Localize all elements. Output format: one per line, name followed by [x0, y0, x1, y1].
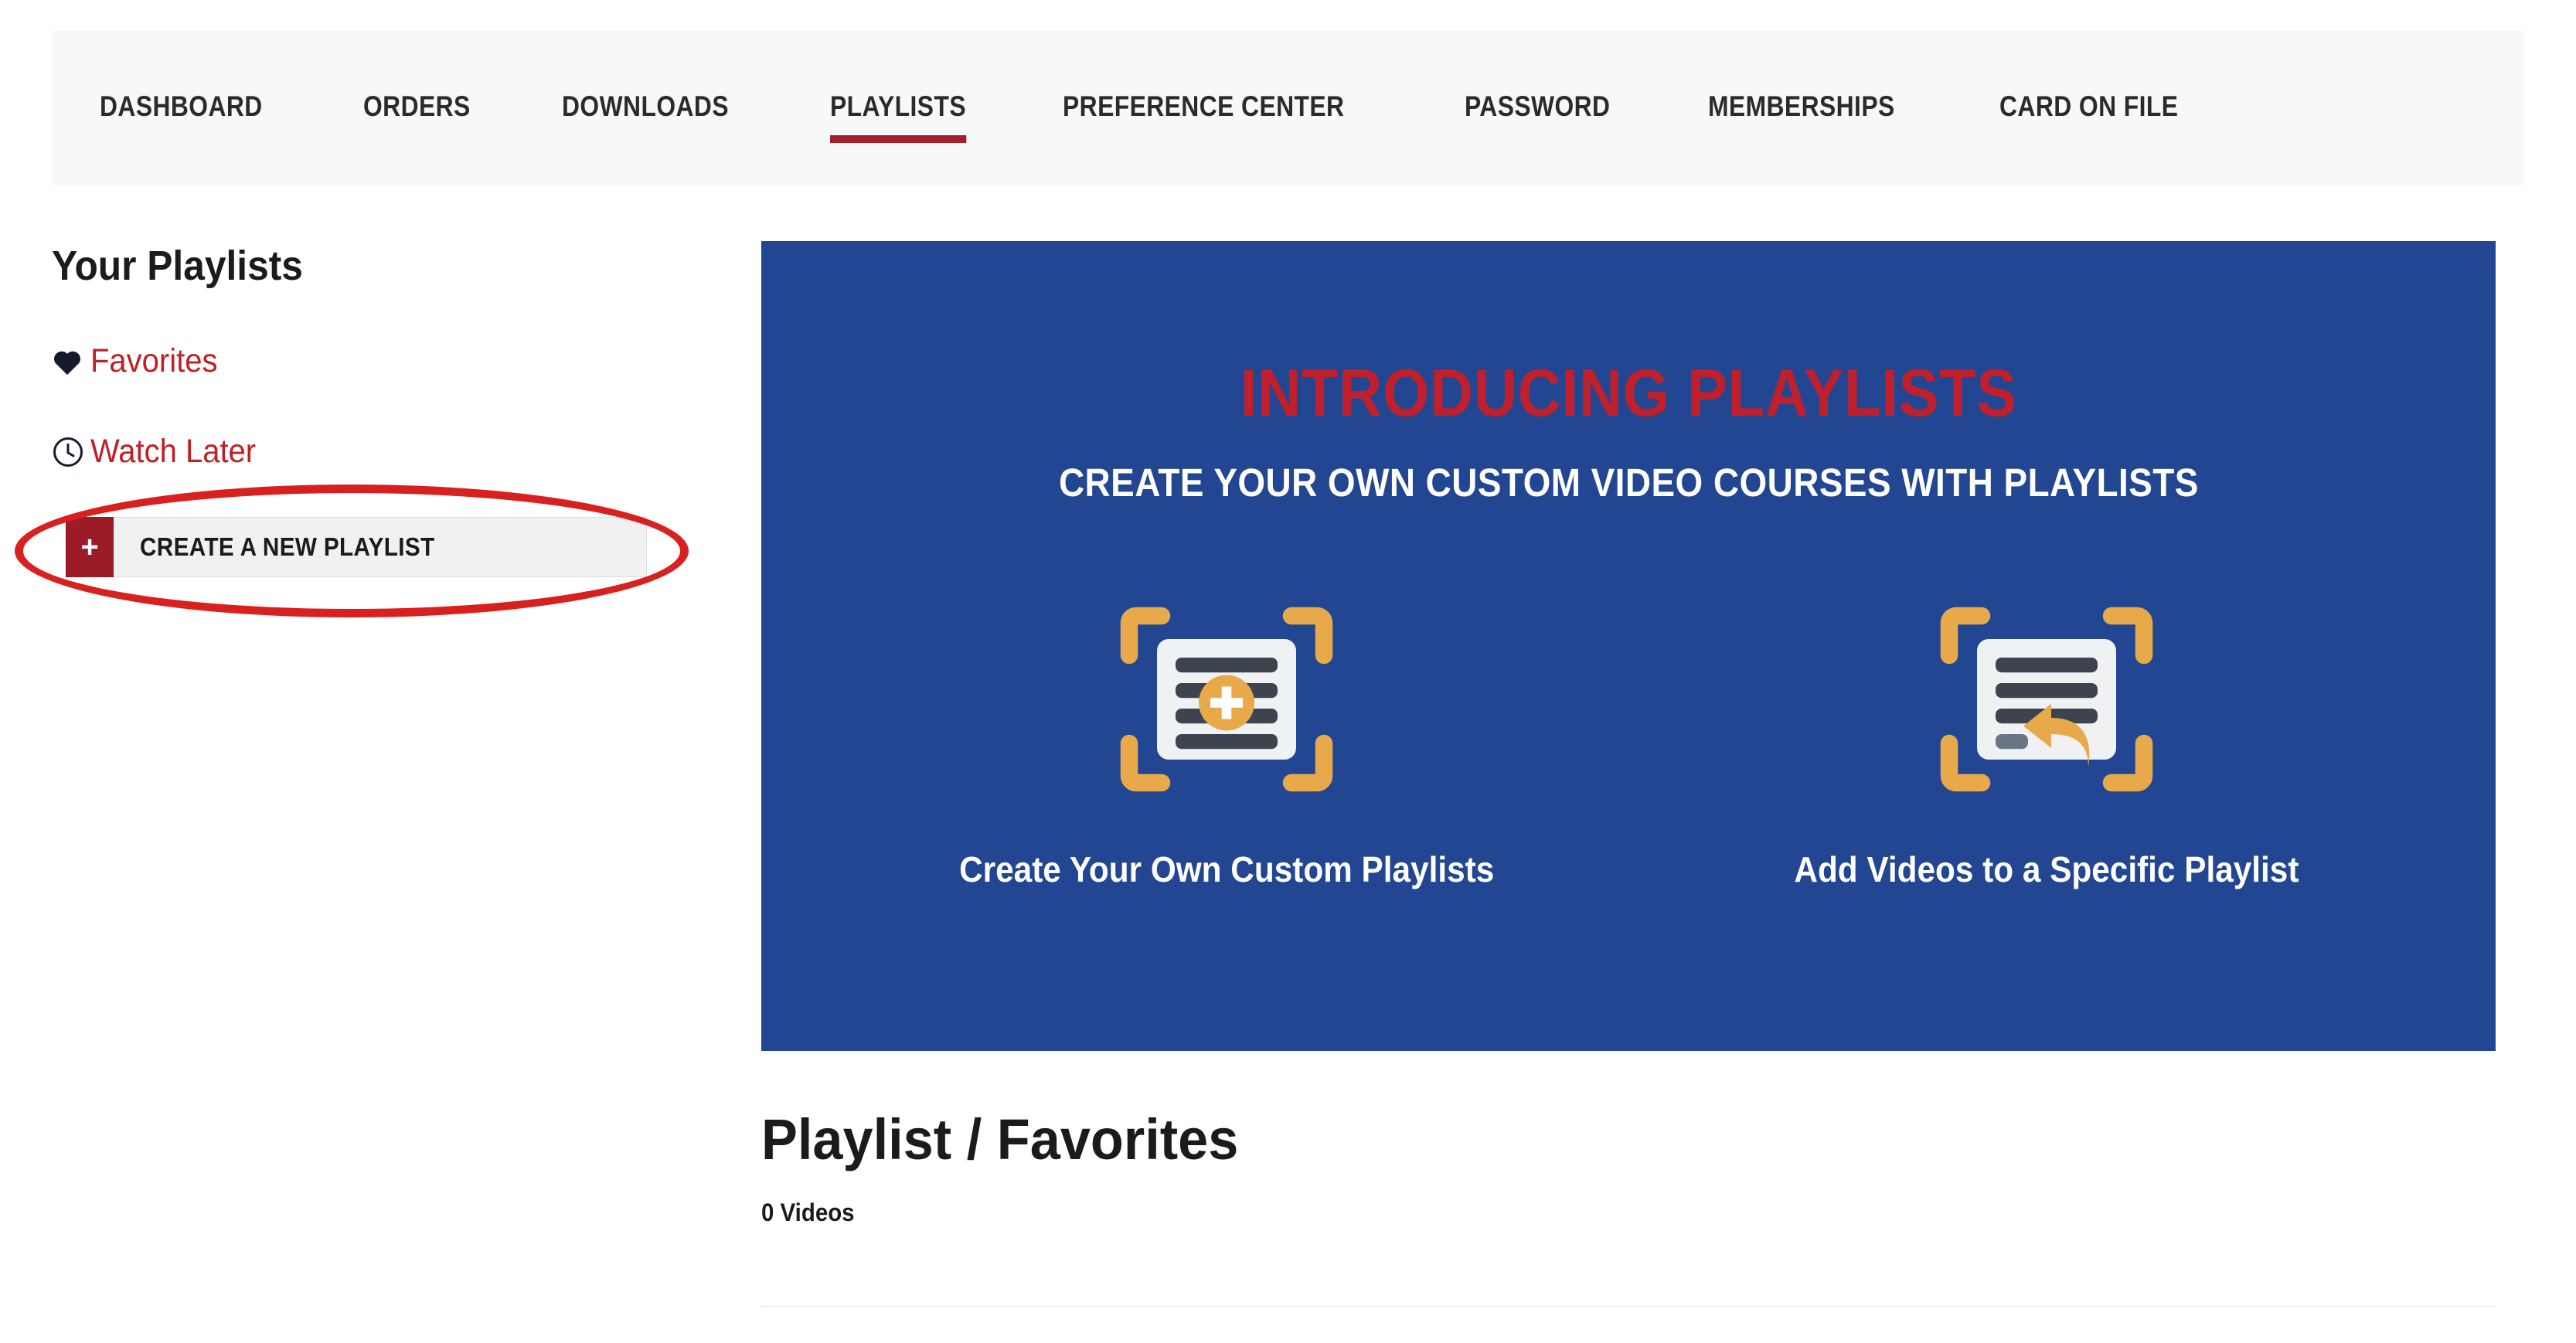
nav-item-playlists[interactable]: PLAYLISTS	[830, 90, 967, 143]
create-playlist-container: + CREATE A NEW PLAYLIST	[15, 484, 689, 617]
playlist-title-name: Favorites	[996, 1107, 1239, 1171]
playlists-sidebar: Your Playlists Favorites Watch Later + C	[15, 242, 716, 617]
sidebar-item-watch-later[interactable]: Watch Later	[52, 433, 268, 471]
nav-item-orders[interactable]: ORDERS	[363, 90, 471, 126]
nav-item-preference-center[interactable]: PREFERENCE CENTER	[1063, 90, 1344, 126]
heart-icon	[52, 347, 87, 376]
account-nav: DASHBOARD ORDERS DOWNLOADS PLAYLISTS PRE…	[52, 31, 2524, 185]
sidebar-title: Your Playlists	[52, 243, 303, 289]
playlist-detail-header: Playlist / Favorites 0 Videos	[761, 1107, 2496, 1307]
banner-title: INTRODUCING PLAYLISTS	[1240, 356, 2017, 430]
plus-icon: +	[66, 517, 114, 577]
sidebar-item-watch-later-label: Watch Later	[90, 433, 257, 470]
create-new-playlist-label: CREATE A NEW PLAYLIST	[140, 532, 435, 561]
banner-card-create-playlist-caption: Create Your Own Custom Playlists	[958, 849, 1495, 889]
banner-card-create-playlist[interactable]: Create Your Own Custom Playlists	[936, 590, 1517, 890]
nav-item-card-on-file[interactable]: CARD ON FILE	[1999, 90, 2178, 126]
playlist-title: Playlist / Favorites	[761, 1107, 2409, 1172]
nav-item-dashboard[interactable]: DASHBOARD	[100, 90, 263, 126]
playlist-title-prefix: Playlist /	[761, 1107, 997, 1171]
sidebar-item-favorites-label: Favorites	[90, 342, 218, 379]
introducing-playlists-banner: INTRODUCING PLAYLISTS CREATE YOUR OWN CU…	[761, 241, 2496, 1051]
playlist-add-icon	[1111, 590, 1342, 808]
banner-card-add-videos-caption: Add Videos to a Specific Playlist	[1794, 849, 2299, 889]
playlist-video-count: 0 Videos	[761, 1198, 855, 1226]
banner-subtitle: CREATE YOUR OWN CUSTOM VIDEO COURSES WIT…	[1058, 461, 2199, 505]
nav-item-password[interactable]: PASSWORD	[1465, 90, 1610, 126]
banner-cards: Create Your Own Custom Playlists Add Vid…	[761, 590, 2496, 890]
sidebar-item-favorites[interactable]: Favorites	[52, 342, 227, 380]
clock-icon	[52, 436, 87, 468]
banner-card-add-videos[interactable]: Add Videos to a Specific Playlist	[1772, 590, 2321, 890]
account-playlists-page: DASHBOARD ORDERS DOWNLOADS PLAYLISTS PRE…	[0, 0, 2576, 1343]
create-new-playlist-button[interactable]: + CREATE A NEW PLAYLIST	[66, 517, 647, 577]
playlist-divider	[761, 1306, 2496, 1307]
nav-item-downloads[interactable]: DOWNLOADS	[562, 90, 729, 126]
playlist-reply-icon	[1931, 590, 2163, 808]
nav-item-memberships[interactable]: MEMBERSHIPS	[1708, 90, 1895, 126]
